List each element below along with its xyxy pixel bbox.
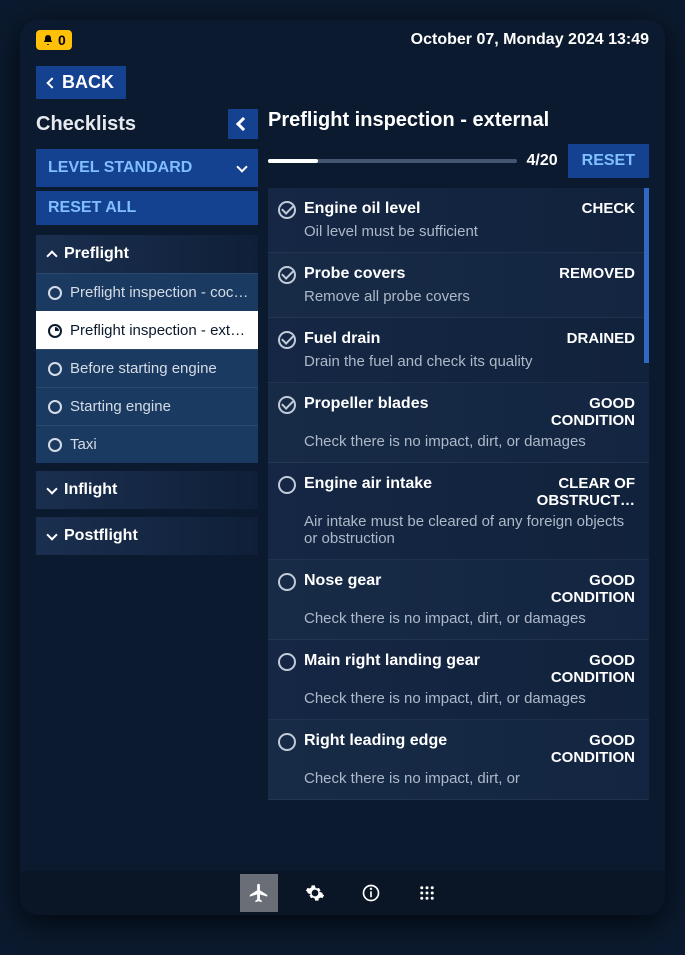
radio-empty-icon bbox=[48, 400, 62, 414]
check-item[interactable]: Main right landing gear GOOD CONDITION Che… bbox=[268, 640, 649, 720]
alert-count: 0 bbox=[58, 32, 66, 48]
checklist-item-label: Before starting engine bbox=[70, 360, 217, 377]
check-circle-checked-icon bbox=[278, 331, 296, 349]
check-item[interactable]: Probe covers REMOVED Remove all probe cove… bbox=[268, 253, 649, 318]
scrollbar[interactable] bbox=[644, 188, 649, 363]
check-item-name: Propeller blades bbox=[304, 395, 507, 413]
checklist-item-label: Preflight inspection - ext… bbox=[70, 322, 245, 339]
checklist-item[interactable]: Starting engine bbox=[36, 387, 258, 425]
checklist-item[interactable]: Preflight inspection - coc… bbox=[36, 273, 258, 311]
check-item-value: CLEAR OF OBSTRUCT… bbox=[515, 475, 635, 509]
bottom-toolbar bbox=[20, 871, 665, 915]
sidebar-collapse-button[interactable] bbox=[228, 109, 258, 139]
bell-icon bbox=[42, 34, 54, 46]
check-item-name: Right leading edge bbox=[304, 732, 507, 750]
chevron-down-icon bbox=[236, 161, 247, 172]
check-item-value: CHECK bbox=[582, 200, 635, 217]
check-item-desc: Oil level must be sufficient bbox=[304, 223, 635, 240]
check-circle-icon bbox=[278, 733, 296, 751]
check-circle-checked-icon bbox=[278, 396, 296, 414]
check-item-value: DRAINED bbox=[567, 330, 635, 347]
check-circle-icon bbox=[278, 573, 296, 591]
info-icon bbox=[361, 883, 381, 903]
checklist-title: Preflight inspection - external bbox=[268, 109, 649, 132]
reset-all-label: RESET ALL bbox=[48, 199, 136, 216]
check-item-name: Probe covers bbox=[304, 265, 551, 283]
chevron-down-icon bbox=[46, 529, 57, 540]
check-item-name: Main right landing gear bbox=[304, 652, 507, 670]
group-header-preflight[interactable]: Preflight bbox=[36, 235, 258, 273]
back-label: BACK bbox=[62, 72, 114, 93]
check-item-desc: Check there is no impact, dirt, or damag… bbox=[304, 690, 635, 707]
status-datetime: October 07, Monday 2024 13:49 bbox=[411, 31, 649, 49]
group-name: Preflight bbox=[64, 245, 129, 263]
check-item-value: GOOD CONDITION bbox=[515, 395, 635, 429]
check-item-name: Fuel drain bbox=[304, 330, 559, 348]
check-item[interactable]: Engine air intake CLEAR OF OBSTRUCT… Air i… bbox=[268, 463, 649, 560]
progress-count: 4/20 bbox=[527, 152, 558, 170]
radio-empty-icon bbox=[48, 362, 62, 376]
level-selector[interactable]: LEVEL STANDARD bbox=[36, 149, 258, 187]
chevron-left-icon bbox=[236, 117, 250, 131]
check-item-value: GOOD CONDITION bbox=[515, 732, 635, 766]
check-item-name: Engine air intake bbox=[304, 475, 507, 493]
toolbar-settings-button[interactable] bbox=[296, 874, 334, 912]
check-item-desc: Check there is no impact, dirt, or damag… bbox=[304, 433, 635, 450]
group-header-postflight[interactable]: Postflight bbox=[36, 517, 258, 555]
checklist-item-label: Taxi bbox=[70, 436, 97, 453]
chevron-left-icon bbox=[46, 77, 57, 88]
check-item-desc: Drain the fuel and check its quality bbox=[304, 353, 635, 370]
group-name: Postflight bbox=[64, 527, 138, 545]
radio-empty-icon bbox=[48, 438, 62, 452]
radio-partial-icon bbox=[48, 324, 62, 338]
sidebar-title: Checklists bbox=[36, 113, 136, 136]
check-item[interactable]: Engine oil level CHECK Oil level must be s… bbox=[268, 188, 649, 253]
level-label: LEVEL STANDARD bbox=[48, 159, 192, 177]
progress-bar bbox=[268, 159, 517, 163]
group-name: Inflight bbox=[64, 481, 117, 499]
check-item[interactable]: Right leading edge GOOD CONDITION Check th… bbox=[268, 720, 649, 800]
check-item-value: GOOD CONDITION bbox=[515, 572, 635, 606]
plane-icon bbox=[248, 882, 270, 904]
radio-empty-icon bbox=[48, 286, 62, 300]
check-circle-checked-icon bbox=[278, 201, 296, 219]
check-circle-checked-icon bbox=[278, 266, 296, 284]
check-item-value: REMOVED bbox=[559, 265, 635, 282]
group-header-inflight[interactable]: Inflight bbox=[36, 471, 258, 509]
check-circle-icon bbox=[278, 476, 296, 494]
checklist-item-label: Preflight inspection - coc… bbox=[70, 284, 248, 301]
grid-icon bbox=[418, 884, 436, 902]
reset-button[interactable]: RESET bbox=[568, 144, 649, 178]
toolbar-apps-button[interactable] bbox=[408, 874, 446, 912]
check-item-desc: Remove all probe covers bbox=[304, 288, 635, 305]
check-item[interactable]: Nose gear GOOD CONDITION Check there is no… bbox=[268, 560, 649, 640]
checklist-item[interactable]: Before starting engine bbox=[36, 349, 258, 387]
gear-icon bbox=[305, 883, 325, 903]
check-item-name: Engine oil level bbox=[304, 200, 574, 218]
toolbar-info-button[interactable] bbox=[352, 874, 390, 912]
checklist-item[interactable]: Preflight inspection - ext… bbox=[36, 311, 258, 349]
toolbar-plane-button[interactable] bbox=[240, 874, 278, 912]
reset-all-button[interactable]: RESET ALL bbox=[36, 191, 258, 225]
checklist-item-label: Starting engine bbox=[70, 398, 171, 415]
check-item-value: GOOD CONDITION bbox=[515, 652, 635, 686]
checklist-item[interactable]: Taxi bbox=[36, 425, 258, 463]
check-item-name: Nose gear bbox=[304, 572, 507, 590]
check-item-desc: Air intake must be cleared of any foreig… bbox=[304, 513, 635, 547]
check-item[interactable]: Propeller blades GOOD CONDITION Check ther… bbox=[268, 383, 649, 463]
chevron-down-icon bbox=[46, 483, 57, 494]
check-item-desc: Check there is no impact, dirt, or bbox=[304, 770, 635, 787]
alert-badge[interactable]: 0 bbox=[36, 30, 72, 50]
chevron-up-icon bbox=[46, 250, 57, 261]
check-item[interactable]: Fuel drain DRAINED Drain the fuel and chec… bbox=[268, 318, 649, 383]
check-circle-icon bbox=[278, 653, 296, 671]
check-item-desc: Check there is no impact, dirt, or damag… bbox=[304, 610, 635, 627]
back-button[interactable]: BACK bbox=[36, 66, 126, 99]
